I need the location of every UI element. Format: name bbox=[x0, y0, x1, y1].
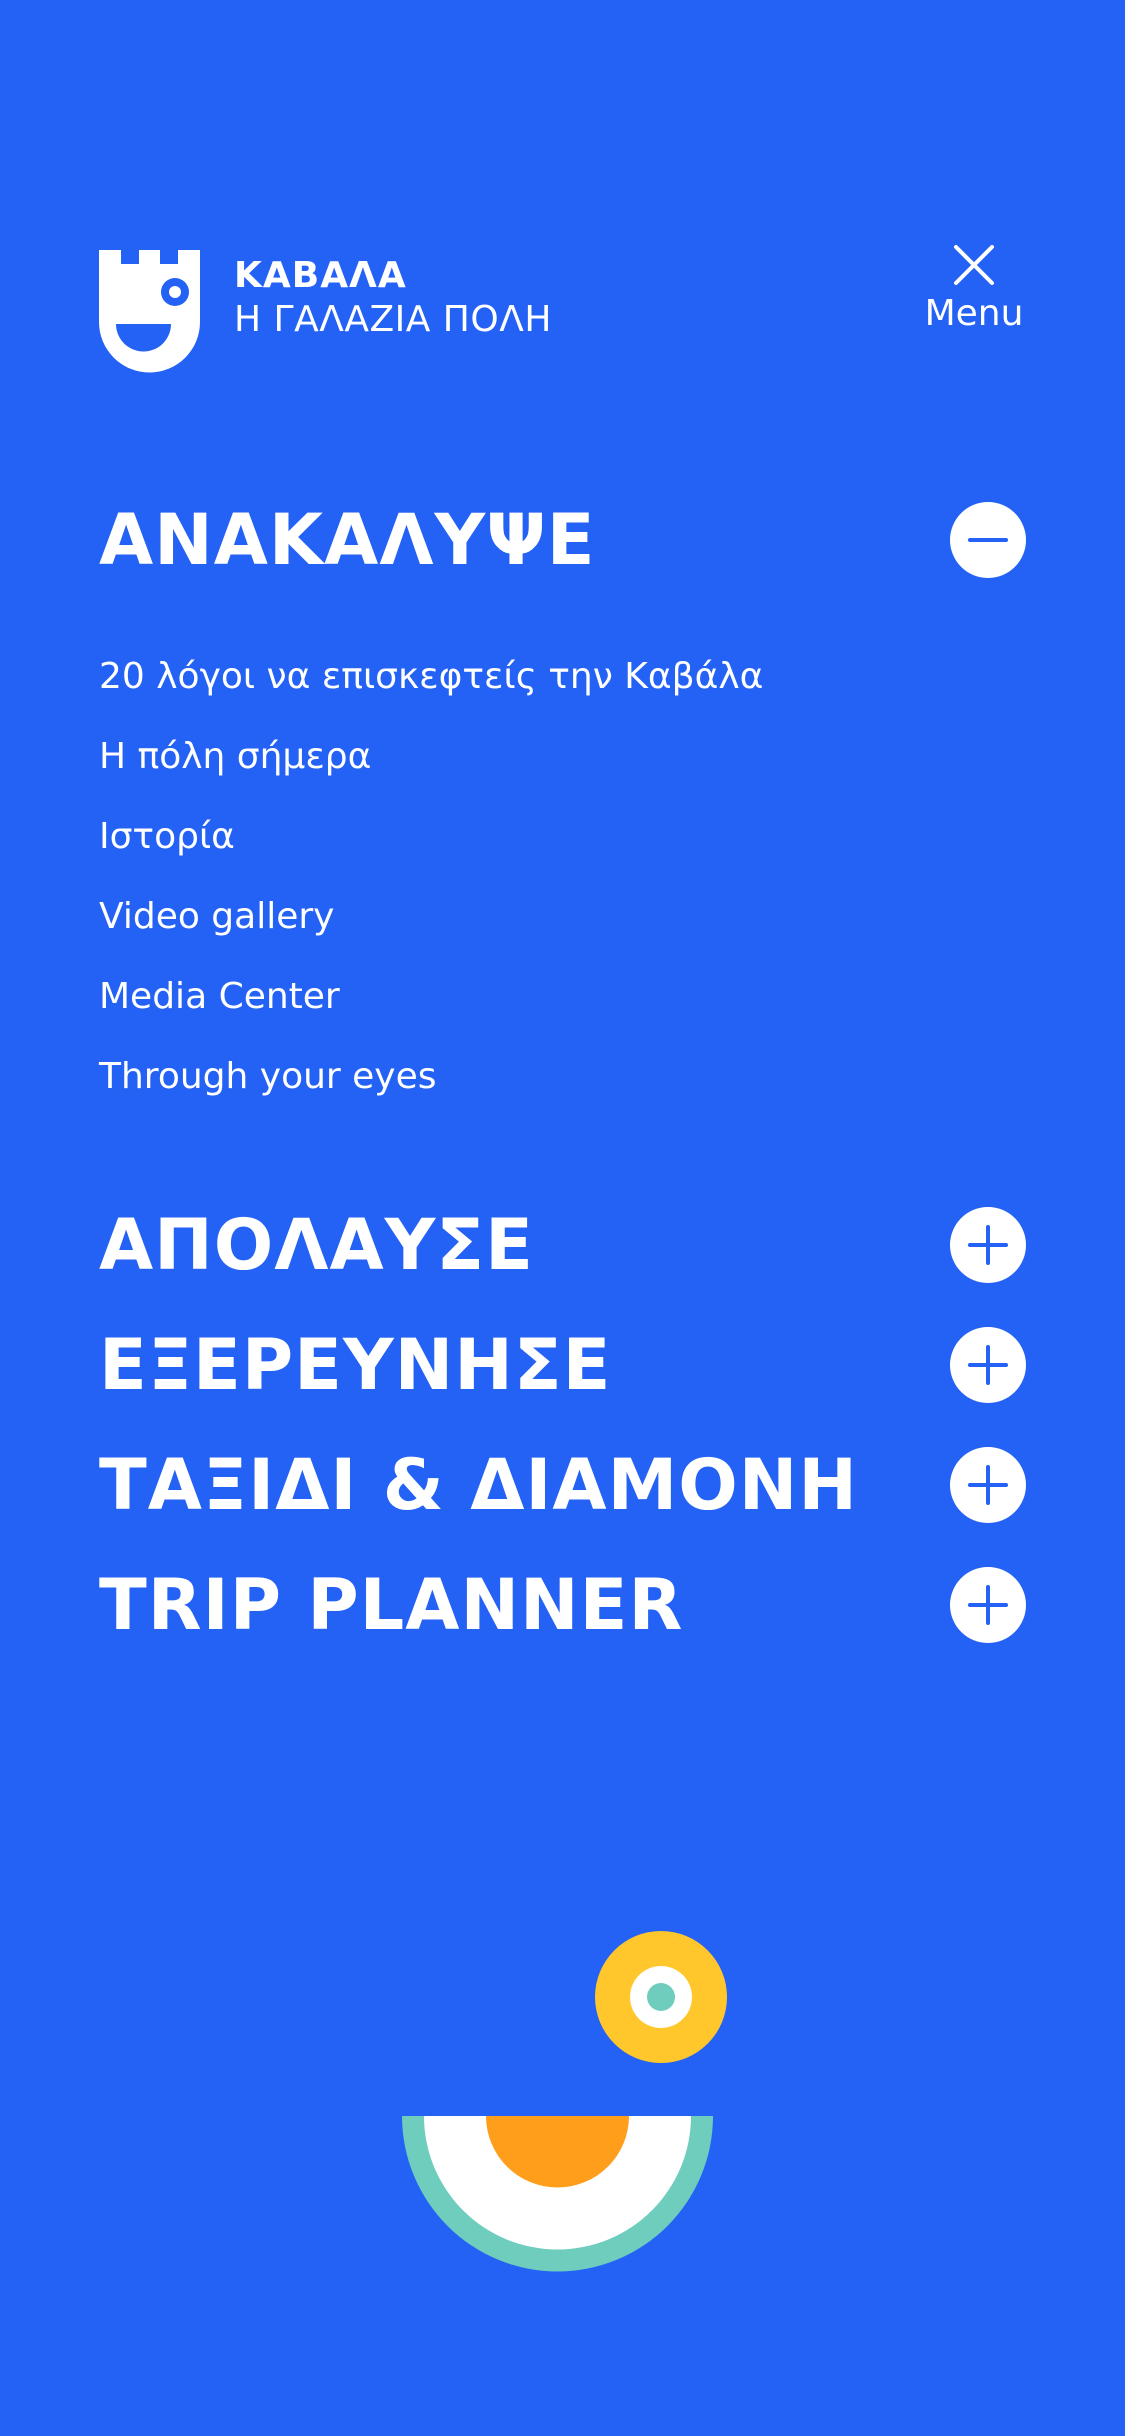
nav-link-video-gallery[interactable]: Video gallery bbox=[99, 877, 1029, 957]
section-header-travel-stay[interactable]: ΤΑΞΙΔΙ & ΔΙΑΜΟΝΗ bbox=[99, 1425, 1029, 1545]
nav-section-explore: ΕΞΕΡΕΥΝΗΣΕ bbox=[99, 1305, 1029, 1425]
section-title: ΤΑΞΙΔΙ & ΔΙΑΜΟΝΗ bbox=[99, 1444, 858, 1526]
expand-toggle[interactable] bbox=[950, 1567, 1026, 1643]
nav-link-20-reasons[interactable]: 20 λόγοι να επισκεφτείς την Καβάλα bbox=[99, 637, 1029, 717]
plus-icon bbox=[968, 1225, 1008, 1265]
close-icon bbox=[954, 245, 994, 285]
nav-section-trip-planner: TRIP PLANNER bbox=[99, 1545, 1029, 1665]
plus-icon bbox=[968, 1345, 1008, 1385]
section-title: TRIP PLANNER bbox=[99, 1564, 684, 1646]
nav-section-enjoy: ΑΠΟΛΑΥΣΕ bbox=[99, 1185, 1029, 1305]
main-nav: ΑΝΑΚΑΛΥΨΕ 20 λόγοι να επισκεφτείς την Κα… bbox=[99, 495, 1029, 1665]
minus-icon bbox=[968, 538, 1008, 542]
section-header-discover[interactable]: ΑΝΑΚΑΛΥΨΕ bbox=[99, 495, 1029, 585]
nav-link-through-your-eyes[interactable]: Through your eyes bbox=[99, 1037, 1029, 1117]
menu-label: Menu bbox=[924, 293, 1024, 334]
kavala-logo-icon[interactable] bbox=[99, 250, 200, 373]
section-header-enjoy[interactable]: ΑΠΟΛΑΥΣΕ bbox=[99, 1185, 1029, 1305]
nav-link-history[interactable]: Ιστορία bbox=[99, 797, 1029, 877]
nav-link-media-center[interactable]: Media Center bbox=[99, 957, 1029, 1037]
expand-toggle[interactable] bbox=[950, 1327, 1026, 1403]
discover-sublist: 20 λόγοι να επισκεφτείς την Καβάλα Η πόλ… bbox=[99, 637, 1029, 1117]
brand-subtitle: Η ΓΑΛΑΖΙΑ ΠΟΛΗ bbox=[234, 299, 552, 340]
section-title: ΕΞΕΡΕΥΝΗΣΕ bbox=[99, 1324, 612, 1406]
plus-icon bbox=[968, 1465, 1008, 1505]
mascot-face-illustration bbox=[402, 1931, 727, 2272]
close-menu-button[interactable]: Menu bbox=[919, 244, 1029, 334]
site-header: ΚΑΒΑΛΑ Η ΓΑΛΑΖΙΑ ΠΟΛΗ Menu bbox=[99, 245, 1029, 375]
nav-link-city-today[interactable]: Η πόλη σήμερα bbox=[99, 717, 1029, 797]
nav-section-travel-stay: ΤΑΞΙΔΙ & ΔΙΑΜΟΝΗ bbox=[99, 1425, 1029, 1545]
brand-title: ΚΑΒΑΛΑ bbox=[234, 255, 407, 296]
expand-toggle[interactable] bbox=[950, 1207, 1026, 1283]
brand-text[interactable]: ΚΑΒΑΛΑ Η ΓΑΛΑΖΙΑ ΠΟΛΗ bbox=[234, 254, 552, 342]
section-title: ΑΝΑΚΑΛΥΨΕ bbox=[99, 499, 596, 581]
expand-toggle[interactable] bbox=[950, 1447, 1026, 1523]
section-title: ΑΠΟΛΑΥΣΕ bbox=[99, 1204, 534, 1286]
section-header-explore[interactable]: ΕΞΕΡΕΥΝΗΣΕ bbox=[99, 1305, 1029, 1425]
nav-section-discover: ΑΝΑΚΑΛΥΨΕ 20 λόγοι να επισκεφτείς την Κα… bbox=[99, 495, 1029, 1117]
plus-icon bbox=[968, 1585, 1008, 1625]
section-header-trip-planner[interactable]: TRIP PLANNER bbox=[99, 1545, 1029, 1665]
collapse-toggle[interactable] bbox=[950, 502, 1026, 578]
